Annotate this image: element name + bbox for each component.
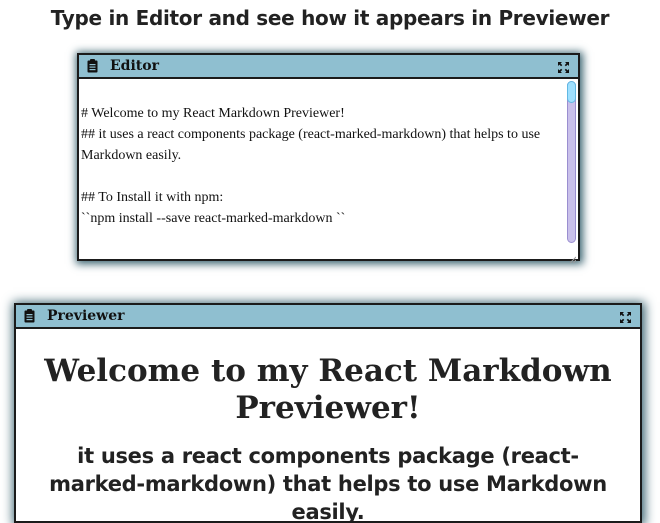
page-title: Type in Editor and see how it appears in… [50,6,610,30]
scrollbar-thumb[interactable] [567,81,576,103]
editor-title: Editor [110,58,159,74]
previewer-toolbar: Previewer [16,305,640,329]
editor-textarea[interactable]: # Welcome to my React Markdown Previewer… [79,79,578,259]
clipboard-icon [87,59,98,73]
preview-heading-2: it uses a react components package (reac… [49,444,607,521]
expand-arrows-icon[interactable] [558,60,569,73]
previewer-title: Previewer [47,308,125,324]
resize-grip-icon[interactable] [569,250,577,264]
previewer-window: Previewer Welcome to my React Markdown P… [14,303,642,523]
editor-toolbar: Editor [79,55,578,79]
editor-window: Editor # Welcome to my React Markdown Pr… [77,53,580,264]
clipboard-icon [24,309,35,323]
expand-arrows-icon[interactable] [620,310,631,323]
preview-heading-1: Welcome to my React Markdown Previewer! [44,353,612,426]
editor-scrollbar[interactable] [567,81,576,243]
preview-content: Welcome to my React Markdown Previewer! … [16,329,640,521]
